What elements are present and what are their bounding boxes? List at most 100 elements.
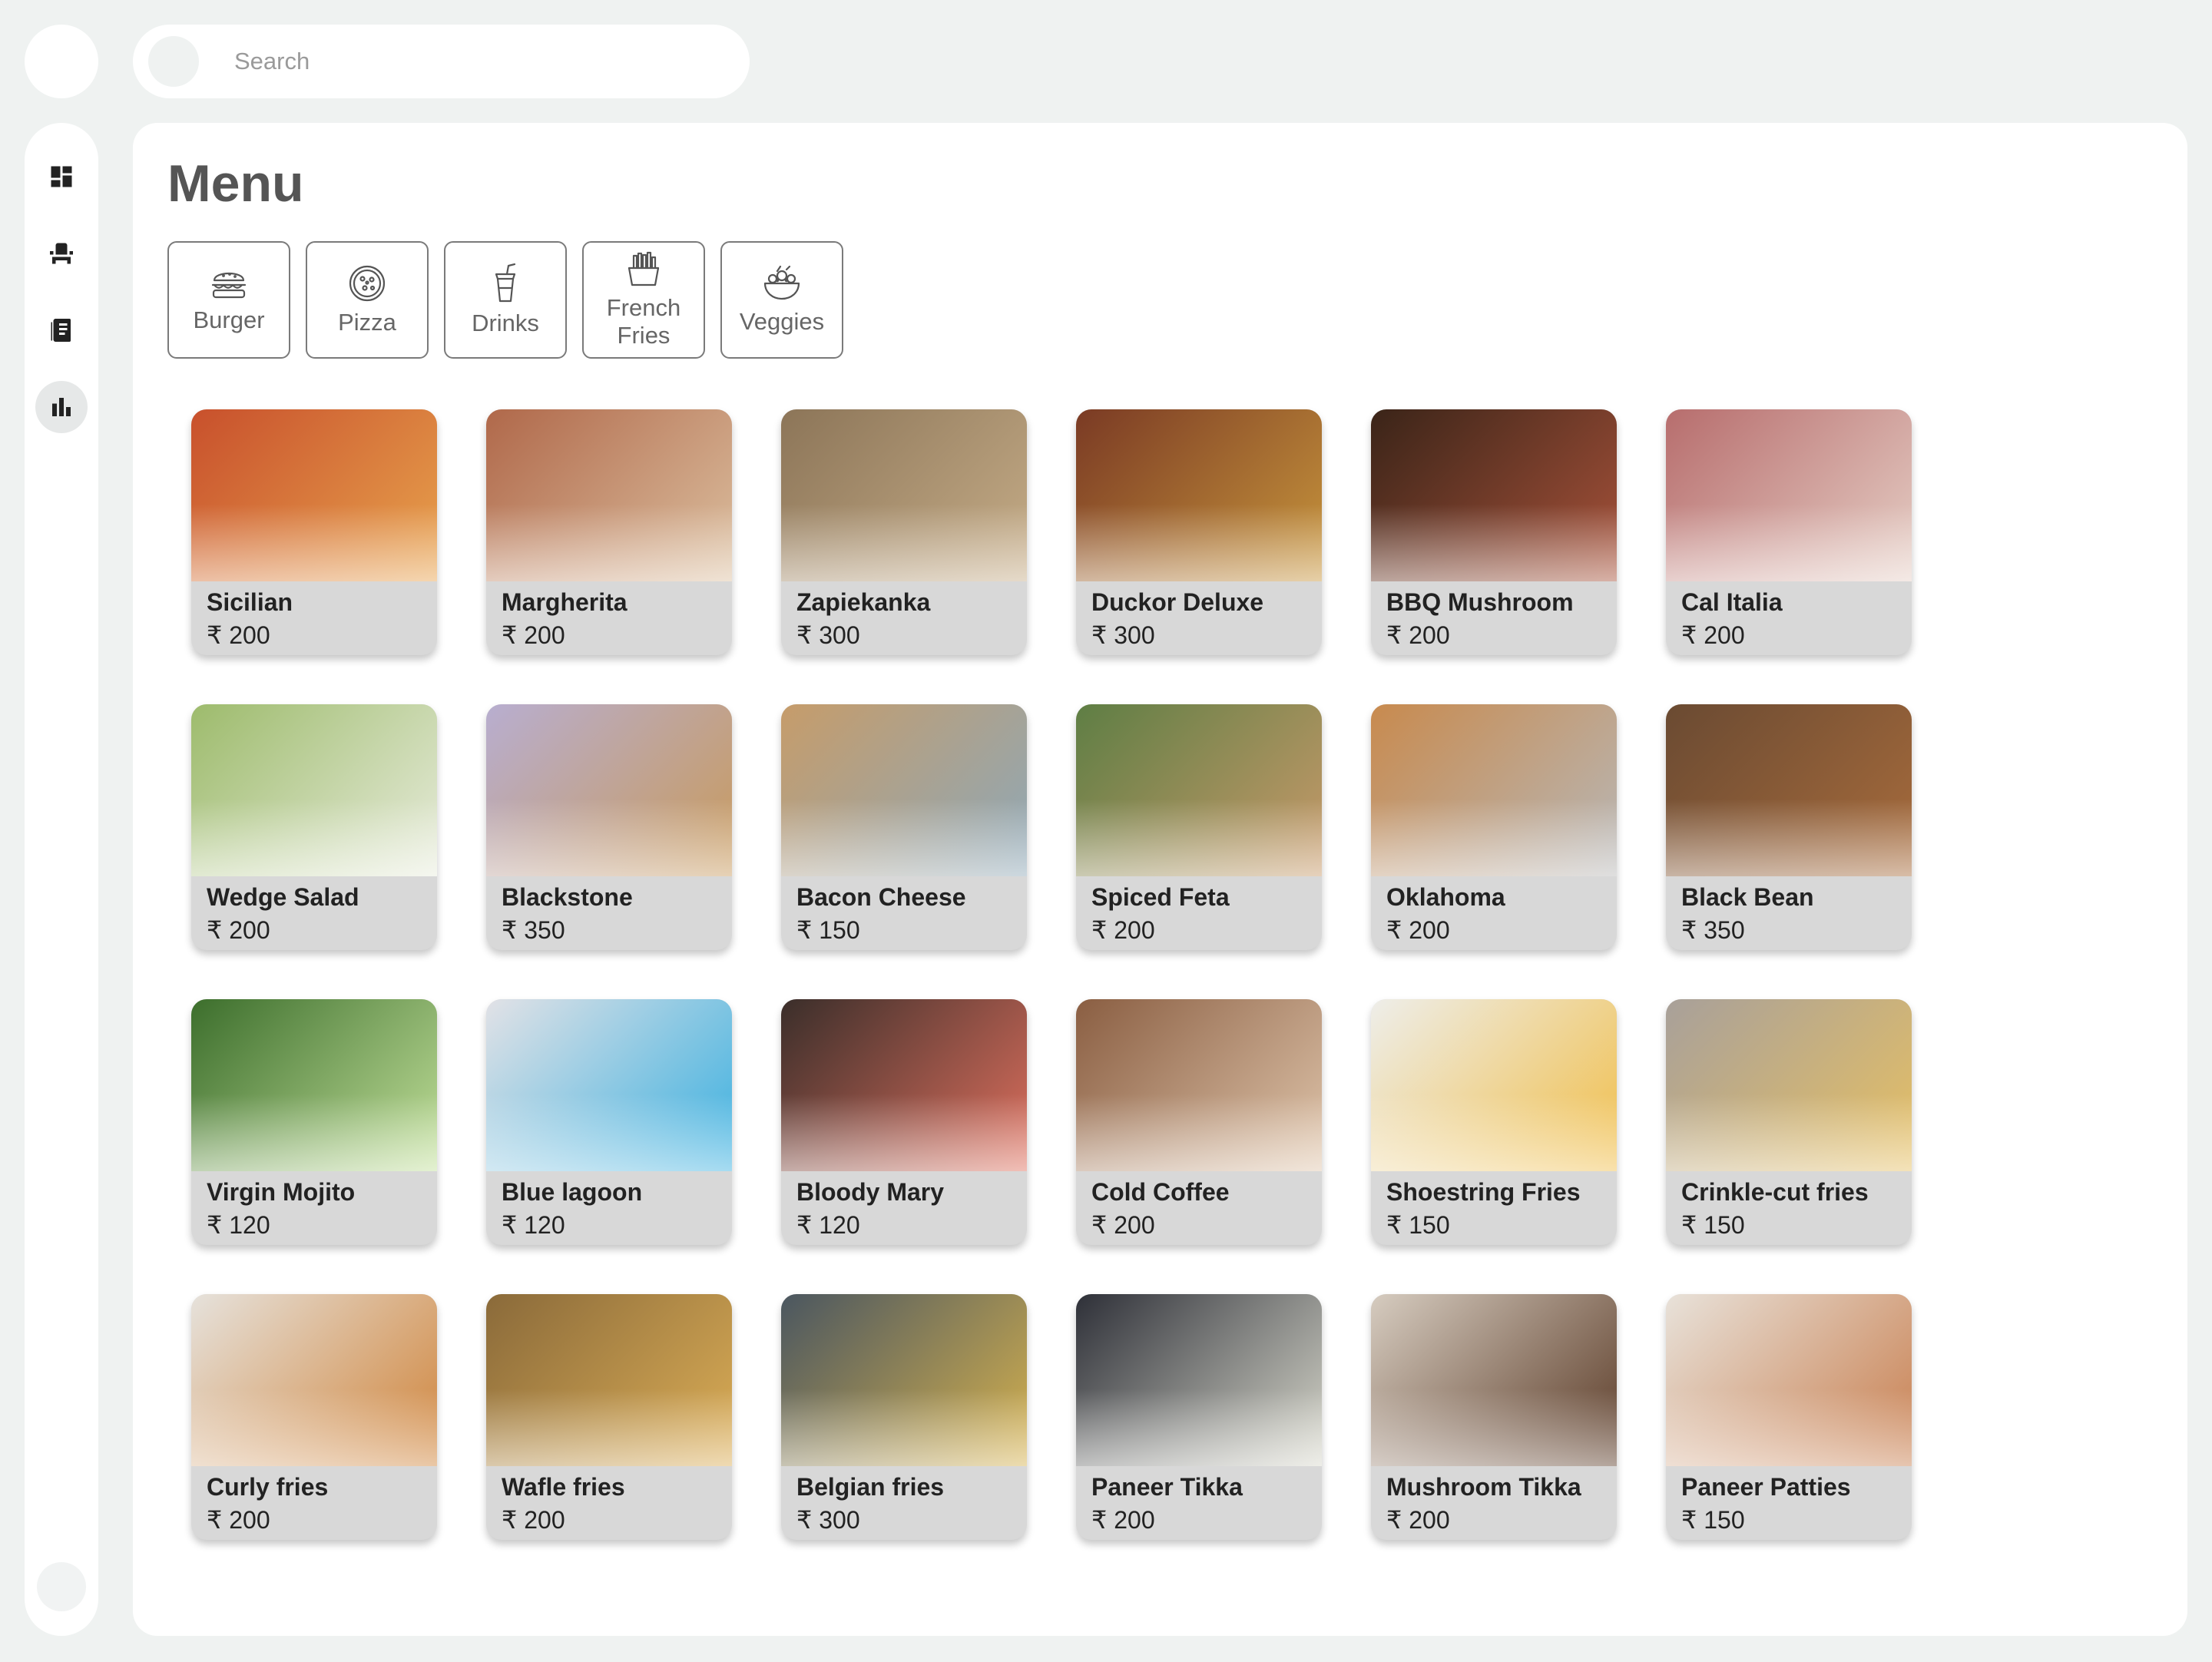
- category-label: Pizza: [338, 308, 396, 336]
- menu-item-name: Blackstone: [502, 883, 633, 911]
- burger-icon: [211, 272, 247, 298]
- menu-item-price: ₹ 300: [796, 621, 860, 650]
- food-photo: [191, 1294, 437, 1466]
- menu-item-card[interactable]: Shoestring Fries ₹ 150: [1371, 999, 1617, 1245]
- price-value: 120: [229, 1211, 270, 1239]
- menu-item-name: Shoestring Fries: [1386, 1178, 1581, 1206]
- menu-item-card[interactable]: Bacon Cheese ₹ 150: [781, 704, 1027, 950]
- menu-item-card[interactable]: Belgian fries ₹ 300: [781, 1294, 1027, 1540]
- menu-grid: Sicilian ₹ 200 Margherita ₹ 200 Zapiekanka ₹ …: [191, 409, 1912, 1540]
- category-filters: Burger Pizza Drinks French Fries Veggies: [167, 241, 843, 359]
- user-avatar[interactable]: [37, 1562, 86, 1611]
- currency-symbol: ₹: [1091, 621, 1108, 649]
- menu-item-card[interactable]: Wafle fries ₹ 200: [486, 1294, 732, 1540]
- menu-item-card[interactable]: Blackstone ₹ 350: [486, 704, 732, 950]
- menu-item-price: ₹ 200: [502, 621, 565, 650]
- menu-item-card[interactable]: Cal Italia ₹ 200: [1666, 409, 1912, 655]
- food-photo: [486, 1294, 732, 1466]
- food-photo: [1371, 1294, 1617, 1466]
- menu-item-name: Crinkle-cut fries: [1681, 1178, 1869, 1206]
- menu-item-card[interactable]: Blue lagoon ₹ 120: [486, 999, 732, 1245]
- menu-item-card[interactable]: Black Bean ₹ 350: [1666, 704, 1912, 950]
- category-pizza[interactable]: Pizza: [306, 241, 429, 359]
- menu-item-card[interactable]: Virgin Mojito ₹ 120: [191, 999, 437, 1245]
- menu-item-card[interactable]: Zapiekanka ₹ 300: [781, 409, 1027, 655]
- menu-item-price: ₹ 120: [796, 1210, 860, 1240]
- menu-item-card[interactable]: Crinkle-cut fries ₹ 150: [1666, 999, 1912, 1245]
- menu-item-card[interactable]: Paneer Tikka ₹ 200: [1076, 1294, 1322, 1540]
- search-bar[interactable]: Search: [133, 25, 750, 98]
- menu-item-price: ₹ 200: [207, 1505, 270, 1535]
- menu-item-card[interactable]: Curly fries ₹ 200: [191, 1294, 437, 1540]
- sidebar-item-tables[interactable]: [35, 227, 88, 280]
- price-value: 200: [229, 621, 270, 649]
- food-photo: [1666, 704, 1912, 876]
- salad-bowl-icon: [763, 265, 800, 300]
- category-drinks[interactable]: Drinks: [444, 241, 567, 359]
- currency-symbol: ₹: [1386, 621, 1402, 649]
- menu-item-card[interactable]: Oklahoma ₹ 200: [1371, 704, 1617, 950]
- category-veggies[interactable]: Veggies: [720, 241, 843, 359]
- food-photo: [1666, 409, 1912, 581]
- menu-item-name: Wedge Salad: [207, 883, 359, 911]
- currency-symbol: ₹: [502, 1506, 518, 1534]
- price-value: 150: [1409, 1211, 1450, 1239]
- menu-item-card[interactable]: Cold Coffee ₹ 200: [1076, 999, 1322, 1245]
- menu-item-card[interactable]: Paneer Patties ₹ 150: [1666, 1294, 1912, 1540]
- menu-item-name: Blue lagoon: [502, 1178, 643, 1206]
- search-input[interactable]: Search: [234, 48, 310, 75]
- currency-symbol: ₹: [796, 1506, 813, 1534]
- menu-item-card[interactable]: Margherita ₹ 200: [486, 409, 732, 655]
- menu-item-price: ₹ 120: [502, 1210, 565, 1240]
- price-value: 200: [1114, 1506, 1155, 1534]
- currency-symbol: ₹: [1386, 1211, 1402, 1239]
- menu-item-price: ₹ 200: [1681, 621, 1745, 650]
- food-photo: [1666, 999, 1912, 1171]
- menu-item-name: Wafle fries: [502, 1473, 625, 1501]
- menu-item-price: ₹ 150: [1681, 1505, 1745, 1535]
- food-photo: [1371, 999, 1617, 1171]
- menu-item-name: Cold Coffee: [1091, 1178, 1230, 1206]
- currency-symbol: ₹: [1386, 1506, 1402, 1534]
- menu-item-name: Sicilian: [207, 588, 293, 616]
- price-value: 200: [1114, 1211, 1155, 1239]
- menu-panel: Menu Burger Pizza Drinks French Fries Ve…: [133, 123, 2187, 1636]
- currency-symbol: ₹: [1681, 916, 1697, 944]
- menu-item-name: Virgin Mojito: [207, 1178, 356, 1206]
- menu-item-name: Duckor Deluxe: [1091, 588, 1264, 616]
- currency-symbol: ₹: [1681, 621, 1697, 649]
- menu-item-name: Belgian fries: [796, 1473, 945, 1501]
- price-value: 350: [524, 916, 565, 944]
- menu-item-card[interactable]: Mushroom Tikka ₹ 200: [1371, 1294, 1617, 1540]
- sidebar: [25, 123, 98, 1636]
- category-label: Burger: [193, 306, 265, 333]
- menu-item-name: Cal Italia: [1681, 588, 1783, 616]
- menu-item-name: Curly fries: [207, 1473, 329, 1501]
- menu-item-card[interactable]: Wedge Salad ₹ 200: [191, 704, 437, 950]
- page-title: Menu: [167, 154, 304, 213]
- category-burger[interactable]: Burger: [167, 241, 290, 359]
- menu-item-name: Oklahoma: [1386, 883, 1505, 911]
- menu-item-card[interactable]: Sicilian ₹ 200: [191, 409, 437, 655]
- menu-item-name: Zapiekanka: [796, 588, 931, 616]
- menu-item-card[interactable]: Spiced Feta ₹ 200: [1076, 704, 1322, 950]
- menu-item-card[interactable]: Duckor Deluxe ₹ 300: [1076, 409, 1322, 655]
- price-value: 300: [819, 1506, 860, 1534]
- sidebar-item-menu[interactable]: [35, 304, 88, 356]
- menu-item-price: ₹ 200: [1386, 621, 1450, 650]
- seat-icon: [50, 243, 73, 264]
- search-icon[interactable]: [148, 36, 199, 87]
- currency-symbol: ₹: [796, 916, 813, 944]
- price-value: 200: [1704, 621, 1745, 649]
- sidebar-item-reports[interactable]: [35, 381, 88, 433]
- sidebar-item-dashboard[interactable]: [35, 151, 88, 203]
- category-label: Drinks: [472, 309, 539, 336]
- app-logo[interactable]: [25, 25, 98, 98]
- currency-symbol: ₹: [1681, 1506, 1697, 1534]
- menu-item-card[interactable]: Bloody Mary ₹ 120: [781, 999, 1027, 1245]
- menu-item-price: ₹ 200: [1091, 1505, 1155, 1535]
- menu-item-price: ₹ 150: [796, 915, 860, 945]
- category-french-fries[interactable]: French Fries: [582, 241, 705, 359]
- menu-item-card[interactable]: BBQ Mushroom ₹ 200: [1371, 409, 1617, 655]
- menu-item-price: ₹ 200: [1386, 915, 1450, 945]
